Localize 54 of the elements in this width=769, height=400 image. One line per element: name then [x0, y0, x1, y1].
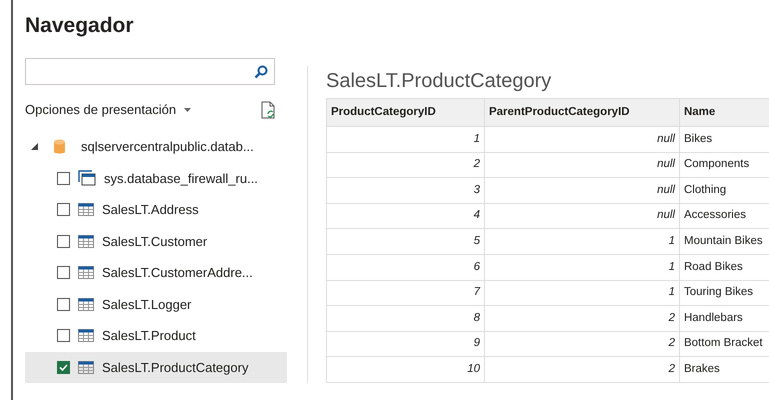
table-cell: 7 — [326, 280, 484, 306]
checkbox[interactable] — [57, 298, 70, 311]
column-header[interactable]: ProductCategoryID — [326, 98, 484, 126]
tree-item[interactable]: SalesLT.CustomerAddre... — [25, 257, 287, 288]
tree-node-label[interactable]: sqlservercentralpublic.datab... — [81, 137, 254, 156]
table-cell: 1 — [326, 126, 484, 152]
tree-item[interactable]: sys.database_firewall_ru... — [25, 162, 287, 194]
tree-item[interactable]: SalesLT.Address — [25, 194, 287, 226]
table-cell: 9 — [326, 331, 484, 357]
table-cell: 10 — [326, 356, 484, 382]
caret-icon — [184, 108, 192, 112]
table-icon — [78, 298, 94, 311]
table-cell: 1 — [484, 228, 680, 254]
table-cell: null — [484, 203, 680, 229]
column-header[interactable]: Name — [679, 98, 769, 126]
preview-title: SalesLT.ProductCategory — [326, 69, 552, 94]
checkbox[interactable] — [57, 329, 70, 342]
table-cell: 4 — [326, 203, 484, 229]
table-cell: 8 — [326, 306, 484, 332]
search-icon[interactable] — [254, 64, 268, 78]
tree-item[interactable]: SalesLT.Product — [25, 320, 287, 352]
checkbox[interactable] — [57, 172, 70, 185]
table-cell: null — [484, 152, 680, 178]
checkbox[interactable] — [57, 266, 70, 280]
table-icon — [78, 203, 94, 216]
table-cell: null — [484, 178, 680, 204]
table-icon — [78, 329, 94, 342]
table-icon — [78, 360, 94, 374]
table-cell: 2 — [326, 152, 484, 178]
tree-item[interactable]: SalesLT.ProductCategory — [25, 352, 287, 383]
tree-item[interactable]: SalesLT.Customer — [25, 226, 287, 257]
table-icon — [78, 234, 94, 248]
window-icon — [78, 170, 96, 186]
checkbox[interactable] — [57, 360, 70, 374]
display-options-dropdown[interactable]: Opciones de presentación — [25, 100, 176, 120]
column-header[interactable]: ParentProductCategoryID — [484, 98, 680, 126]
table-icon — [78, 266, 94, 280]
table-cell: 1 — [484, 254, 680, 280]
database-icon — [54, 138, 65, 155]
table-cell: 2 — [484, 306, 680, 332]
table-cell: 2 — [484, 331, 680, 357]
table-cell: 1 — [484, 280, 680, 306]
checkbox[interactable] — [57, 203, 70, 216]
table-cell: 6 — [326, 254, 484, 280]
expand-arrow-icon[interactable] — [31, 143, 38, 150]
table-cell: 5 — [326, 228, 484, 254]
window-title: Navegador — [25, 13, 135, 39]
tree-item[interactable]: SalesLT.Logger — [25, 288, 287, 320]
search-field[interactable] — [25, 58, 275, 85]
table-cell: null — [484, 126, 680, 152]
table-cell: 3 — [326, 178, 484, 204]
table-cell: 2 — [484, 356, 680, 382]
refresh-document-icon[interactable] — [261, 101, 275, 119]
checkbox[interactable] — [57, 234, 70, 248]
